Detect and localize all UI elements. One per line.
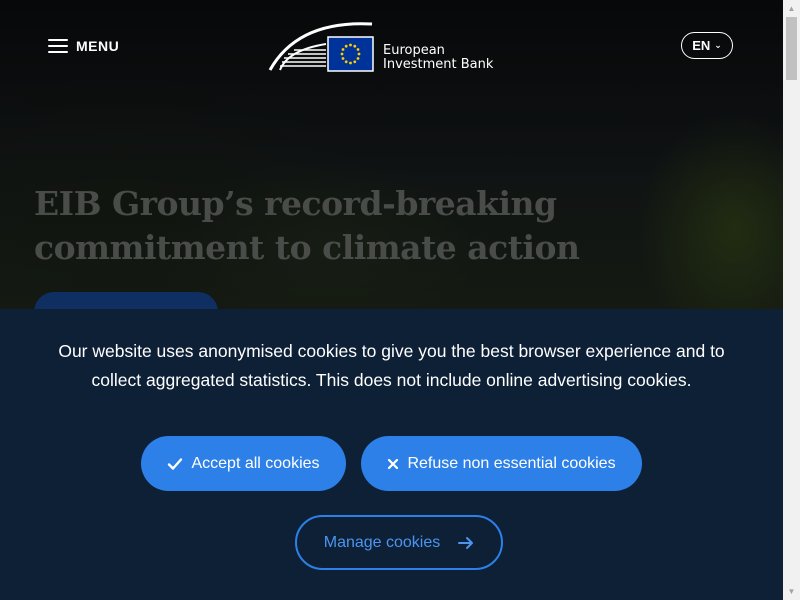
language-label: EN [692, 38, 711, 53]
scroll-up-icon[interactable]: ▲ [783, 0, 800, 17]
logo-line-1: European [383, 43, 445, 58]
hero-title[interactable]: EIB Group’s record-breaking commitment t… [34, 182, 734, 270]
x-icon [387, 458, 399, 470]
language-selector[interactable]: EN ⌄ [681, 32, 733, 59]
vertical-scrollbar[interactable]: ▲ ▼ [783, 0, 800, 600]
hamburger-icon [48, 39, 68, 53]
accept-all-cookies-label: Accept all cookies [191, 454, 320, 472]
logo-line-2: Investment Bank [383, 57, 494, 72]
scrollbar-thumb[interactable] [786, 17, 797, 80]
accept-all-cookies-button[interactable]: Accept all cookies [141, 436, 346, 491]
cookie-banner: Our website uses anonymised cookies to g… [0, 309, 783, 600]
scroll-down-icon[interactable]: ▼ [783, 583, 800, 600]
checkmark-icon [167, 457, 183, 471]
eib-logo[interactable]: European Investment Bank [268, 18, 498, 76]
refuse-non-essential-cookies-button[interactable]: Refuse non essential cookies [361, 436, 642, 491]
menu-button[interactable]: MENU [48, 36, 119, 56]
refuse-non-essential-cookies-label: Refuse non essential cookies [407, 454, 616, 472]
chevron-down-icon: ⌄ [714, 40, 722, 50]
menu-label: MENU [76, 38, 120, 54]
manage-cookies-label: Manage cookies [323, 533, 441, 551]
arrow-right-icon [458, 536, 474, 550]
manage-cookies-button[interactable]: Manage cookies [295, 515, 503, 570]
logo-text: European Investment Bank [383, 44, 493, 72]
cookie-message: Our website uses anonymised cookies to g… [58, 341, 725, 390]
